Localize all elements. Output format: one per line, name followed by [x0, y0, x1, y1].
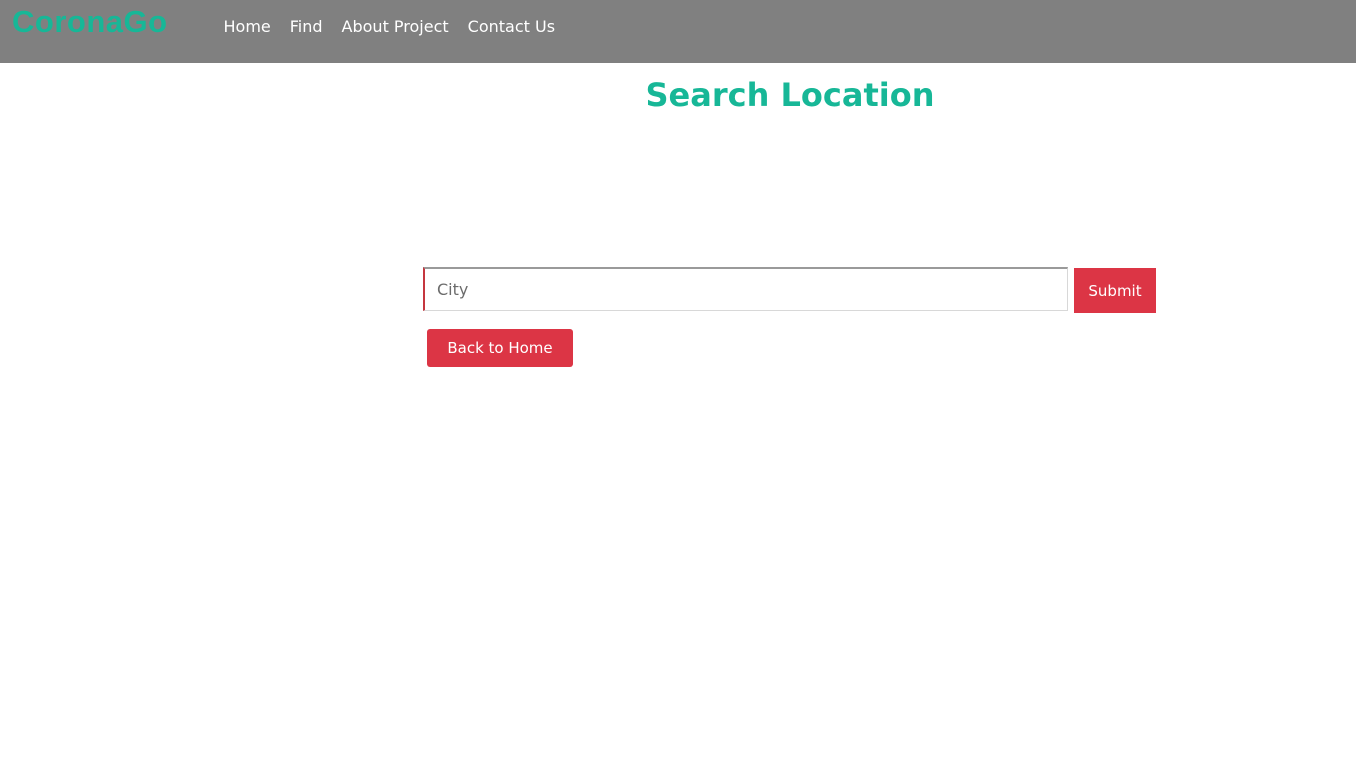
back-to-home-button[interactable]: Back to Home: [427, 329, 573, 367]
nav-link-home[interactable]: Home: [214, 16, 280, 38]
search-form: Submit: [423, 267, 1156, 313]
page-title: Search Location: [645, 76, 935, 114]
city-input[interactable]: [423, 267, 1068, 311]
nav-link-about-project[interactable]: About Project: [332, 16, 458, 38]
nav-link-find[interactable]: Find: [280, 16, 332, 38]
submit-button[interactable]: Submit: [1074, 268, 1156, 313]
brand-logo[interactable]: CoronaGo: [12, 2, 168, 42]
nav-link-contact-us[interactable]: Contact Us: [458, 16, 564, 38]
navbar: CoronaGo Home Find About Project Contact…: [0, 0, 1356, 63]
nav-links: Home Find About Project Contact Us: [214, 16, 565, 38]
